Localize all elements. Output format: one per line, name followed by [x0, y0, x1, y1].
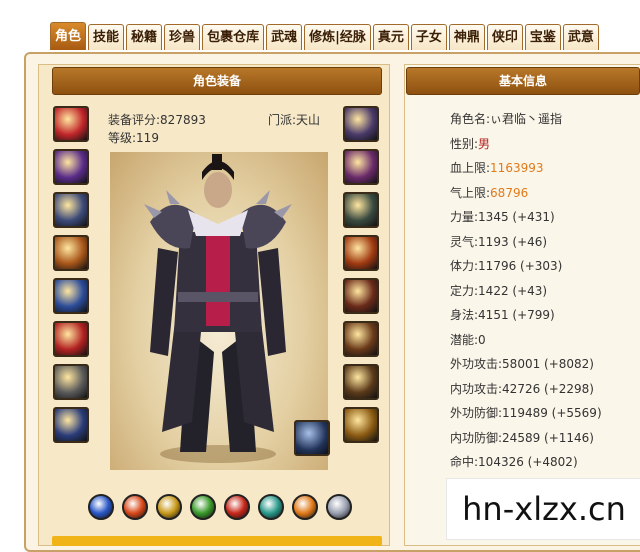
white-gem-icon[interactable]: [326, 494, 352, 520]
stat-row: 角色名:ぃ君临丶遥指: [450, 110, 562, 127]
stat-label: 外功攻击:: [450, 357, 503, 371]
tab-5[interactable]: 武魂: [266, 24, 303, 50]
stat-row: 血上限:1163993: [450, 159, 544, 176]
stat-value: 11796 (+303): [478, 259, 563, 273]
stat-row: 命中:104326 (+4802): [450, 453, 578, 470]
stat-label: 内功攻击:: [450, 381, 503, 396]
stat-value: 男: [478, 136, 491, 151]
tab-0[interactable]: 角色: [50, 22, 87, 50]
glove-icon[interactable]: [53, 192, 89, 228]
blue-gem-icon[interactable]: [88, 494, 114, 520]
stat-value: 0: [478, 332, 486, 347]
boots-icon[interactable]: [53, 278, 89, 314]
stat-value: 1422 (+43): [478, 283, 548, 298]
scroll-icon[interactable]: [343, 321, 379, 357]
tab-9[interactable]: 神鼎: [448, 24, 485, 50]
stat-label: 性别:: [450, 136, 479, 151]
shield-gem-icon[interactable]: [258, 494, 284, 520]
tab-4[interactable]: 包裹仓库: [202, 24, 265, 50]
orange-gem-icon[interactable]: [292, 494, 318, 520]
amulet-icon[interactable]: [343, 106, 379, 142]
stat-label: 潜能:: [450, 332, 479, 347]
watermark-text: hn-xlzx.cn: [446, 478, 640, 540]
feather-icon[interactable]: [343, 235, 379, 271]
stat-value: 119489 (+5569): [502, 406, 602, 420]
basic-info-panel: [404, 64, 640, 546]
armor-icon[interactable]: [343, 192, 379, 228]
belt-icon[interactable]: [53, 235, 89, 271]
stat-row: 潜能:0: [450, 331, 486, 348]
sect-label: 门派:天山: [268, 113, 321, 127]
stat-row: 内功攻击:42726 (+2298): [450, 380, 594, 397]
blade-gem-icon[interactable]: [156, 494, 182, 520]
stat-label: 体力:: [450, 259, 479, 273]
tab-2[interactable]: 秘籍: [126, 24, 163, 50]
tab-11[interactable]: 宝鉴: [524, 24, 561, 50]
stat-value: 68796: [490, 185, 529, 200]
fashion-slot-icon[interactable]: [294, 420, 330, 456]
bracer-icon[interactable]: [53, 149, 89, 185]
tab-12[interactable]: 武意: [562, 24, 599, 50]
stat-value: ぃ君临丶遥指: [490, 112, 563, 126]
stat-label: 气上限:: [450, 185, 491, 200]
stat-row: 体力:11796 (+303): [450, 257, 562, 274]
charm-icon[interactable]: [53, 321, 89, 357]
basic-info-title: 基本信息: [406, 67, 640, 95]
stat-row: 力量:1345 (+431): [450, 208, 555, 225]
tab-7[interactable]: 真元: [372, 24, 409, 50]
equipment-panel-title: 角色装备: [52, 67, 382, 95]
dragon-icon[interactable]: [343, 278, 379, 314]
tab-8[interactable]: 子女: [410, 24, 447, 50]
fire-gem-icon[interactable]: [122, 494, 148, 520]
stat-row: 灵气:1193 (+46): [450, 233, 547, 250]
tab-bar: 角色 技能 秘籍 珍兽 包裹仓库 武魂 修炼|经脉 真元 子女 神鼎 侠印 宝鉴 武意: [50, 22, 599, 52]
stat-row: 定力:1422 (+43): [450, 282, 547, 299]
pendant-icon[interactable]: [343, 149, 379, 185]
stat-value: 4151 (+799): [478, 308, 555, 322]
red-gem-icon[interactable]: [224, 494, 250, 520]
stat-row: 气上限:68796: [450, 184, 528, 201]
level-label: 等级:119: [108, 131, 159, 145]
stat-label: 外功防御:: [450, 406, 503, 420]
stat-value: 58001 (+8082): [502, 357, 594, 371]
stat-value: 24589 (+1146): [502, 430, 594, 445]
tab-3[interactable]: 珍兽: [164, 24, 201, 50]
stat-value: 1193 (+46): [478, 234, 548, 249]
equipment-score: 装备评分:827893: [108, 113, 206, 127]
stat-label: 灵气:: [450, 234, 479, 249]
talisman-icon[interactable]: [343, 364, 379, 400]
stat-value: 42726 (+2298): [502, 381, 594, 396]
weapon-icon[interactable]: [53, 106, 89, 142]
stat-value: 1163993: [490, 161, 544, 175]
tab-1[interactable]: 技能: [88, 24, 125, 50]
tab-10[interactable]: 侠印: [486, 24, 523, 50]
stat-label: 身法:: [450, 308, 479, 322]
tab-6[interactable]: 修炼|经脉: [304, 24, 371, 50]
stat-row: 身法:4151 (+799): [450, 306, 555, 323]
stat-row: 外功防御:119489 (+5569): [450, 404, 602, 421]
stat-value: 104326 (+4802): [478, 455, 578, 469]
stat-row: 内功防御:24589 (+1146): [450, 429, 594, 446]
stat-row: 性别:男: [450, 135, 490, 152]
stat-label: 定力:: [450, 283, 479, 298]
stat-value: 1345 (+431): [478, 210, 555, 224]
stat-label: 角色名:: [450, 112, 491, 126]
sigil-icon[interactable]: [343, 407, 379, 443]
shard-icon[interactable]: [53, 407, 89, 443]
bottom-bar: [52, 536, 382, 546]
stat-label: 内功防御:: [450, 430, 503, 445]
stat-row: 外功攻击:58001 (+8082): [450, 355, 594, 372]
ring-icon[interactable]: [53, 364, 89, 400]
stat-label: 力量:: [450, 210, 479, 224]
green-gem-icon[interactable]: [190, 494, 216, 520]
stat-label: 血上限:: [450, 161, 491, 175]
stat-label: 命中:: [450, 455, 479, 469]
